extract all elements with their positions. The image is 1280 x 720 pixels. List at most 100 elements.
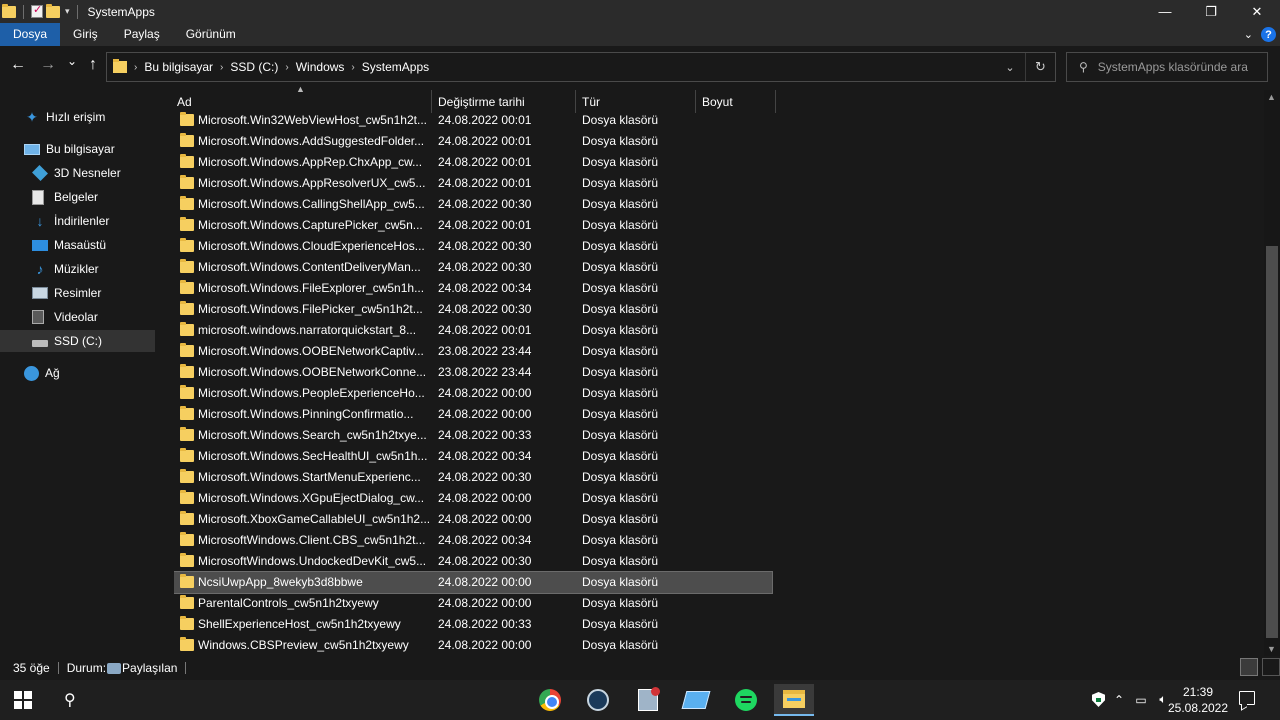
minimize-button[interactable]: —	[1142, 0, 1188, 23]
table-row[interactable]: Microsoft.Windows.PinningConfirmatio... 2…	[174, 404, 772, 425]
breadcrumb-this-pc[interactable]: Bu bilgisayar	[144, 60, 213, 74]
folder-icon	[180, 217, 194, 231]
tab-home[interactable]: Giriş	[60, 23, 111, 46]
search-box[interactable]: ⚲ SystemApps klasöründe ara	[1066, 52, 1268, 82]
tab-share[interactable]: Paylaş	[111, 23, 173, 46]
sidebar-item-network[interactable]: Ağ	[24, 362, 155, 384]
breadcrumb-separator-icon[interactable]: ›	[220, 62, 223, 73]
notification-icon[interactable]	[1239, 691, 1255, 705]
chrome-icon[interactable]	[530, 684, 570, 716]
sidebar-item-3d-objects[interactable]: 3D Nesneler	[32, 162, 155, 184]
table-row[interactable]: Microsoft.Windows.FileExplorer_cw5n1h...…	[174, 278, 772, 299]
3d-objects-icon	[32, 165, 48, 181]
sidebar-item-pictures[interactable]: Resimler	[32, 282, 155, 304]
pictures-icon	[32, 287, 48, 299]
chevron-down-icon[interactable]: ⌄	[995, 61, 1025, 74]
file-type: Dosya klasörü	[582, 365, 659, 379]
file-name: Microsoft.Windows.AppRep.ChxApp_cw...	[198, 155, 423, 169]
sidebar-item-desktop[interactable]: Masaüstü	[32, 234, 155, 256]
table-row[interactable]: NcsiUwpApp_8wekyb3d8bbwe 24.08.2022 00:00…	[174, 571, 773, 594]
file-date: 24.08.2022 00:30	[438, 554, 532, 568]
sidebar-item-this-pc[interactable]: Bu bilgisayar	[24, 138, 155, 160]
breadcrumb-drive[interactable]: SSD (C:)	[230, 60, 278, 74]
up-button[interactable]: ↑	[83, 56, 103, 74]
address-bar[interactable]: › Bu bilgisayar › SSD (C:) › Windows › S…	[106, 52, 1056, 82]
network-icon[interactable]: ▭	[1133, 693, 1149, 707]
column-divider[interactable]	[775, 90, 776, 113]
app-icon[interactable]	[628, 684, 668, 716]
sidebar-item-quick-access[interactable]: ✦ Hızlı erişim	[24, 106, 155, 128]
tab-file[interactable]: Dosya	[0, 23, 61, 46]
sidebar-item-label: Resimler	[54, 286, 102, 300]
close-button[interactable]: ✕	[1234, 0, 1280, 23]
spotify-icon[interactable]	[726, 684, 766, 716]
download-icon: ↓	[36, 213, 44, 229]
security-shield-icon[interactable]	[1092, 692, 1105, 707]
help-icon[interactable]: ?	[1261, 27, 1276, 42]
chevron-up-icon[interactable]: ⌃	[1111, 693, 1127, 707]
table-row[interactable]: microsoft.windows.narratorquickstart_8..…	[174, 320, 772, 341]
forward-button[interactable]: →	[38, 56, 58, 74]
breadcrumb-separator-icon[interactable]: ›	[285, 62, 288, 73]
sidebar-item-documents[interactable]: Belgeler	[32, 186, 155, 208]
table-row[interactable]: Microsoft.Windows.AppResolverUX_cw5... 24…	[174, 173, 772, 194]
steam-icon[interactable]	[578, 684, 618, 716]
breadcrumb-systemapps[interactable]: SystemApps	[362, 60, 429, 74]
maximize-button[interactable]: ❐	[1188, 0, 1234, 23]
clock-date: 25.08.2022	[1167, 701, 1229, 715]
table-row[interactable]: ParentalControls_cw5n1h2txyewy 24.08.2022…	[174, 593, 772, 614]
table-row[interactable]: Microsoft.Windows.CallingShellApp_cw5...…	[174, 194, 772, 215]
search-icon[interactable]: ⚲	[64, 690, 76, 710]
scroll-down-icon[interactable]: ▼	[1267, 644, 1276, 654]
back-button[interactable]: ←	[8, 56, 28, 74]
file-date: 24.08.2022 00:00	[438, 512, 532, 526]
table-row[interactable]: Microsoft.Windows.AppRep.ChxApp_cw... 24.…	[174, 152, 772, 173]
details-view-icon[interactable]	[1240, 658, 1258, 676]
table-row[interactable]: Microsoft.Windows.StartMenuExperienc... 2…	[174, 467, 772, 488]
file-type: Dosya klasörü	[582, 491, 659, 505]
vertical-scrollbar[interactable]: ▲ ▼	[1264, 90, 1280, 656]
table-row[interactable]: Microsoft.Windows.ContentDeliveryMan... 2…	[174, 257, 772, 278]
properties-icon[interactable]	[31, 3, 43, 18]
table-row[interactable]: MicrosoftWindows.Client.CBS_cw5n1h2t... 2…	[174, 530, 772, 551]
breadcrumb-separator-icon[interactable]: ›	[134, 62, 137, 73]
sidebar-item-label: SSD (C:)	[54, 334, 102, 348]
windows-start-icon[interactable]	[14, 691, 32, 709]
table-row[interactable]: Microsoft.Windows.CloudExperienceHos... 2…	[174, 236, 772, 257]
table-row[interactable]: Microsoft.Windows.AddSuggestedFolder... 2…	[174, 131, 772, 152]
table-row[interactable]: MicrosoftWindows.UndockedDevKit_cw5... 24…	[174, 551, 772, 572]
app-icon[interactable]	[676, 684, 716, 716]
table-row[interactable]: Microsoft.Windows.XGpuEjectDialog_cw... 2…	[174, 488, 772, 509]
expand-ribbon-icon[interactable]: ⌄	[1244, 28, 1253, 41]
table-row[interactable]: Microsoft.Windows.CapturePicker_cw5n... 2…	[174, 215, 772, 236]
sidebar-item-music[interactable]: ♪ Müzikler	[32, 258, 155, 280]
new-folder-icon[interactable]	[46, 3, 60, 18]
refresh-icon[interactable]: ↻	[1025, 53, 1055, 81]
file-name: Microsoft.Windows.FileExplorer_cw5n1h...	[198, 281, 425, 295]
file-explorer-icon[interactable]	[774, 684, 814, 716]
large-icons-view-icon[interactable]	[1262, 658, 1280, 676]
table-row[interactable]: Microsoft.Windows.Search_cw5n1h2txye... 2…	[174, 425, 772, 446]
table-row[interactable]: Microsoft.Win32WebViewHost_cw5n1h2t... 24…	[174, 110, 772, 131]
table-row[interactable]: Windows.CBSPreview_cw5n1h2txyewy 24.08.20…	[174, 635, 772, 656]
breadcrumb-separator-icon[interactable]: ›	[351, 62, 354, 73]
scrollbar-thumb[interactable]	[1266, 246, 1278, 638]
folder-icon	[180, 574, 194, 588]
table-row[interactable]: Microsoft.Windows.PeopleExperienceHo... 2…	[174, 383, 772, 404]
table-row[interactable]: Microsoft.Windows.OOBENetworkCaptiv... 23…	[174, 341, 772, 362]
scroll-up-icon[interactable]: ▲	[1267, 92, 1276, 102]
sidebar-item-downloads[interactable]: ↓ İndirilenler	[32, 210, 155, 232]
table-row[interactable]: ShellExperienceHost_cw5n1h2txyewy 24.08.2…	[174, 614, 772, 635]
table-row[interactable]: Microsoft.Windows.SecHealthUI_cw5n1h... 2…	[174, 446, 772, 467]
table-row[interactable]: Microsoft.XboxGameCallableUI_cw5n1h2... 2…	[174, 509, 772, 530]
tab-view[interactable]: Görünüm	[173, 23, 249, 46]
recent-locations-button[interactable]: ⌄	[62, 54, 82, 68]
sidebar-item-videos[interactable]: Videolar	[32, 306, 155, 328]
sidebar-item-ssd[interactable]: SSD (C:)	[0, 330, 155, 352]
clock[interactable]: 21:39 25.08.2022	[1160, 684, 1236, 716]
table-row[interactable]: Microsoft.Windows.OOBENetworkConne... 23.…	[174, 362, 772, 383]
table-row[interactable]: Microsoft.Windows.FilePicker_cw5n1h2t...…	[174, 299, 772, 320]
title-bar: ▾ SystemApps — ❐ ✕	[0, 0, 1280, 23]
breadcrumb-windows[interactable]: Windows	[296, 60, 345, 74]
customize-toolbar-icon[interactable]: ▾	[65, 6, 70, 17]
